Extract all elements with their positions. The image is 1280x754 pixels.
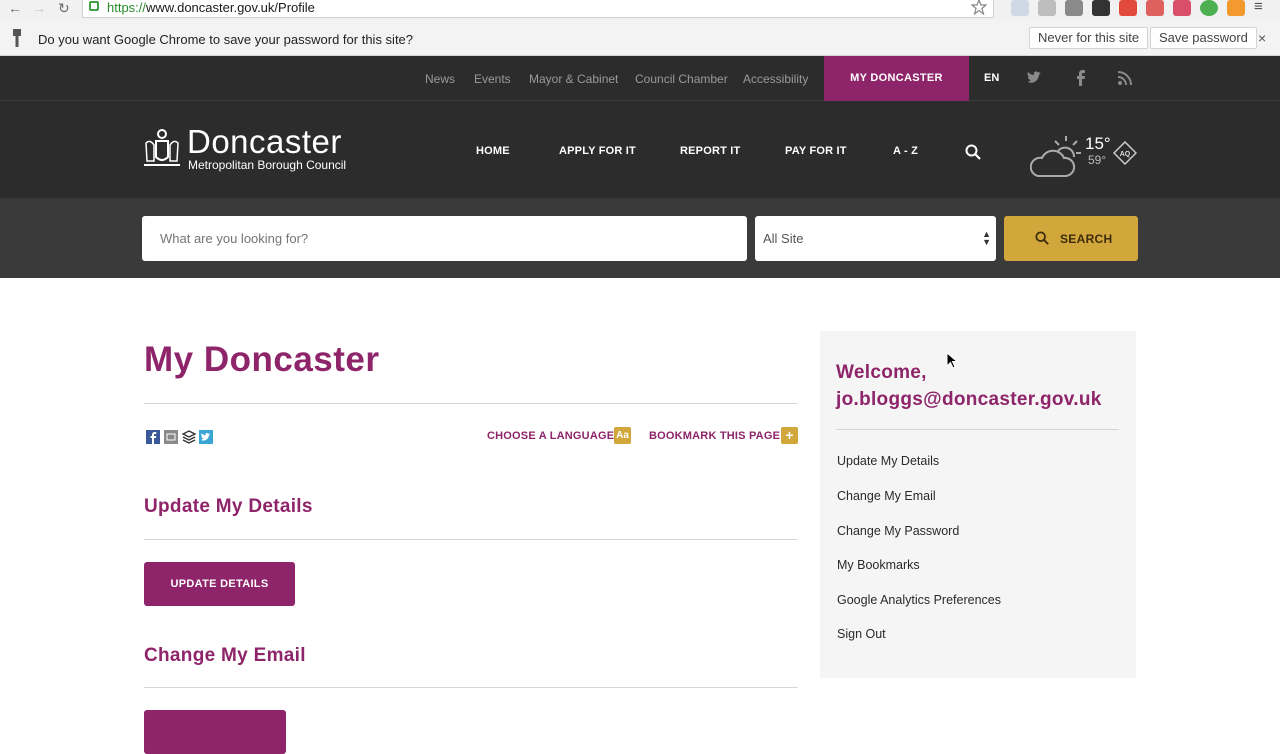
buffer-share-icon[interactable] — [182, 430, 196, 444]
email-share-icon[interactable] — [164, 430, 178, 444]
rss-icon[interactable] — [1116, 69, 1134, 87]
my-doncaster-button[interactable]: MY DONCASTER — [824, 56, 969, 101]
sidebar-divider — [836, 429, 1119, 430]
save-password-bar: Do you want Google Chrome to save your p… — [0, 20, 1280, 56]
never-save-button[interactable]: Never for this site — [1029, 27, 1149, 49]
nav-a-z[interactable]: A - Z — [893, 145, 918, 157]
cast-icon[interactable] — [1038, 0, 1056, 16]
council-crest-icon[interactable] — [142, 127, 182, 171]
mouse-cursor-icon — [946, 352, 958, 369]
language-switch[interactable]: EN — [984, 72, 999, 84]
update-details-button[interactable]: UPDATE DETAILS — [144, 562, 295, 606]
search-scope-select[interactable]: All Site ▲ ▼ — [755, 216, 996, 261]
section-heading-change-email: Change My Email — [144, 645, 306, 666]
choose-language-link[interactable]: CHOOSE A LANGUAGE — [487, 430, 614, 442]
pocket-icon[interactable] — [1065, 0, 1083, 16]
welcome-line: Welcome, — [836, 362, 927, 383]
twitter-icon[interactable] — [1026, 69, 1044, 87]
browser-toolbar: ← → ↻ https://www.doncaster.gov.uk/Profi… — [0, 0, 1280, 20]
search-scope-value: All Site — [763, 231, 804, 246]
utility-link-events[interactable]: Events — [474, 72, 511, 86]
search-button[interactable]: SEARCH — [1004, 216, 1138, 261]
buffer-icon[interactable] — [1092, 0, 1110, 16]
temperature-celsius: 15° — [1085, 134, 1111, 153]
nav-report-it[interactable]: REPORT IT — [680, 145, 740, 157]
facebook-icon[interactable] — [1072, 69, 1090, 87]
air-quality-icon[interactable]: AQ — [1113, 141, 1137, 165]
back-button[interactable]: ← — [8, 0, 22, 16]
extension-icons: ≡ — [1011, 0, 1272, 16]
welcome-email: jo.bloggs@doncaster.gov.uk — [836, 389, 1102, 410]
nav-apply-for-it[interactable]: APPLY FOR IT — [559, 145, 636, 157]
sidebar-link-update-details[interactable]: Update My Details — [837, 454, 939, 468]
utility-link-news[interactable]: News — [425, 72, 455, 86]
sidebar-link-change-email[interactable]: Change My Email — [837, 489, 936, 503]
nav-pay-for-it[interactable]: PAY FOR IT — [785, 145, 847, 157]
lock-icon — [89, 1, 99, 11]
temperature-fahrenheit: 59° — [1088, 153, 1107, 167]
utility-link-council-chamber[interactable]: Council Chamber — [635, 72, 728, 86]
save-password-prompt: Do you want Google Chrome to save your p… — [38, 32, 414, 47]
close-icon[interactable]: × — [1258, 30, 1266, 46]
section-divider — [144, 539, 798, 540]
reload-button[interactable]: ↻ — [58, 0, 70, 16]
utility-link-mayor-cabinet[interactable]: Mayor & Cabinet — [529, 72, 618, 86]
key-icon — [13, 29, 21, 47]
bookmark-plus-icon[interactable]: + — [781, 427, 798, 444]
address-bar[interactable]: https://www.doncaster.gov.uk/Profile — [82, 0, 994, 18]
select-arrows-icon: ▲ ▼ — [982, 229, 991, 247]
title-divider — [144, 403, 798, 404]
logo-subtitle: Metropolitan Borough Council — [188, 158, 347, 172]
extension-red-icon[interactable] — [1119, 0, 1137, 16]
welcome-heading: Welcome, jo.bloggs@doncaster.gov.uk — [836, 359, 1126, 413]
section-divider — [144, 687, 798, 688]
nav-home[interactable]: HOME — [476, 145, 510, 157]
account-sidebar: Welcome, jo.bloggs@doncaster.gov.uk Upda… — [820, 331, 1136, 678]
search-button-icon — [1035, 231, 1049, 245]
save-password-button[interactable]: Save password — [1150, 27, 1257, 49]
section-heading-update-details: Update My Details — [144, 496, 313, 517]
analytics-icon[interactable] — [1227, 0, 1245, 16]
twitter-share-icon[interactable] — [199, 430, 213, 444]
utility-link-accessibility[interactable]: Accessibility — [743, 72, 808, 86]
logo-name[interactable]: Doncaster — [187, 125, 342, 159]
facebook-share-icon[interactable] — [146, 430, 160, 444]
site-header: Doncaster Metropolitan Borough Council H… — [0, 101, 1280, 198]
forward-button[interactable]: → — [32, 0, 46, 16]
sidebar-link-change-password[interactable]: Change My Password — [837, 524, 959, 538]
utility-nav: News Events Mayor & Cabinet Council Cham… — [0, 56, 1280, 101]
screen-icon[interactable] — [1011, 0, 1029, 16]
sidebar-link-sign-out[interactable]: Sign Out — [837, 627, 886, 641]
search-button-label: SEARCH — [1060, 232, 1113, 246]
sidebar-link-analytics-preferences[interactable]: Google Analytics Preferences — [837, 593, 1001, 607]
menu-icon[interactable]: ≡ — [1254, 0, 1272, 16]
bookmark-star-icon[interactable] — [971, 0, 987, 15]
search-input[interactable] — [142, 216, 747, 261]
site-search-bar: All Site ▲▼ SEARCH — [0, 198, 1280, 278]
aq-label: AQ — [1120, 151, 1131, 158]
page-title: My Doncaster — [144, 340, 380, 379]
language-icon[interactable]: Aa — [614, 427, 631, 444]
green-dot-icon[interactable] — [1200, 0, 1218, 16]
url-text: https://www.doncaster.gov.uk/Profile — [107, 0, 315, 15]
search-icon[interactable] — [965, 144, 981, 160]
hand-icon[interactable] — [1146, 0, 1164, 16]
sidebar-link-bookmarks[interactable]: My Bookmarks — [837, 558, 920, 572]
record-icon[interactable] — [1173, 0, 1191, 16]
bookmark-page-link[interactable]: BOOKMARK THIS PAGE — [649, 430, 780, 442]
change-email-button[interactable] — [144, 710, 286, 754]
